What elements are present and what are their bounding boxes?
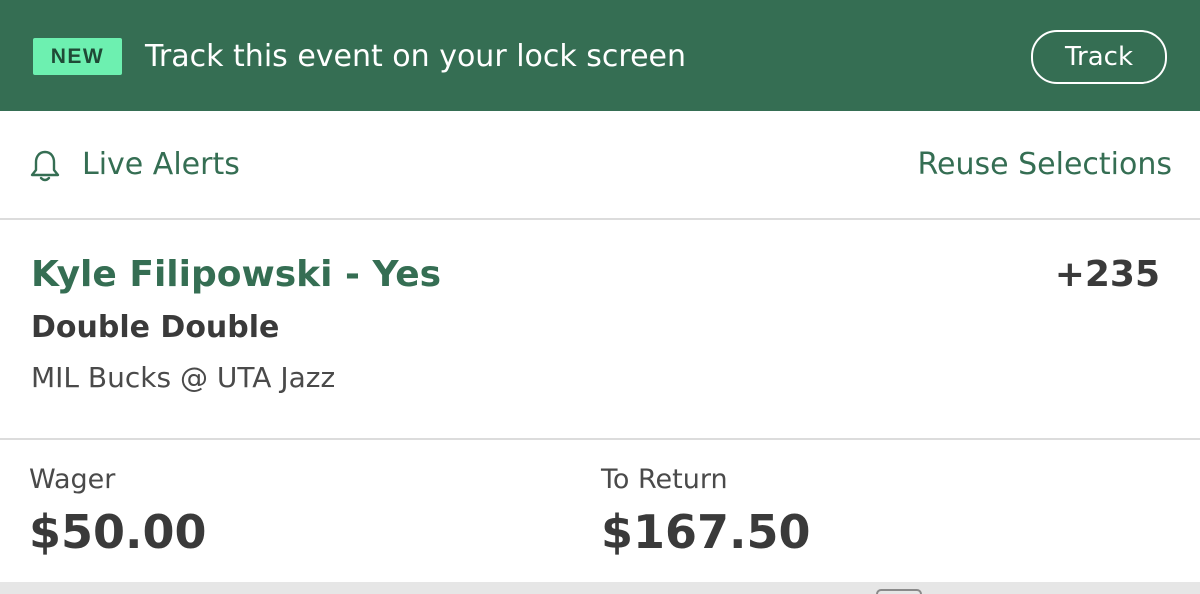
selection-odds: +235 [1054,254,1160,295]
selection-market: Double Double [31,310,280,345]
new-badge: NEW [33,38,122,75]
selection-event: MIL Bucks @ UTA Jazz [31,361,336,394]
wager-label: Wager [29,464,116,495]
lock-screen-banner: NEW Track this event on your lock screen… [0,0,1200,111]
wager-summary: Wager $50.00 To Return $167.50 [0,441,1200,581]
selection-details: Kyle Filipowski - Yes +235 Double Double… [0,220,1200,438]
track-button[interactable]: Track [1031,30,1167,84]
to-return-label: To Return [601,464,728,495]
banner-message: Track this event on your lock screen [145,39,687,74]
divider [0,438,1200,440]
live-alerts-link[interactable]: Live Alerts [82,144,240,186]
to-return-amount: $167.50 [601,505,811,559]
selection-name: Kyle Filipowski - Yes [31,254,442,295]
alerts-row: Live Alerts Reuse Selections [0,111,1200,218]
wager-amount: $50.00 [29,505,207,559]
reuse-selections-link[interactable]: Reuse Selections [918,144,1172,186]
bell-icon[interactable] [27,148,63,184]
bottom-strip [0,582,1200,594]
bet-card: NEW Track this event on your lock screen… [0,0,1200,594]
handle-icon [876,589,922,594]
